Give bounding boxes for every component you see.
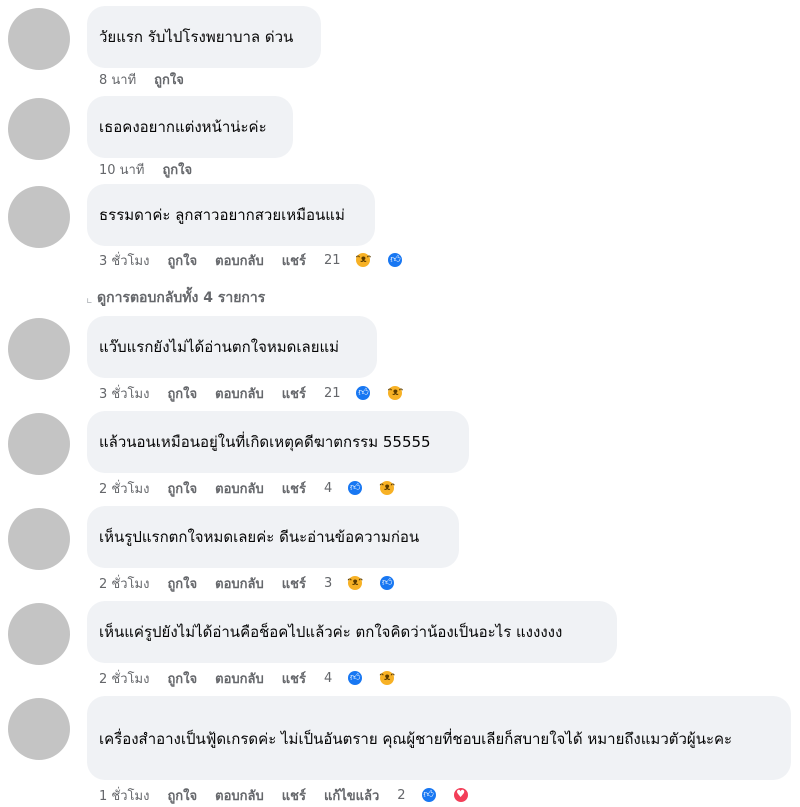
thumbs-up-icon: 👍︎: [378, 574, 397, 592]
laughing-face-icon: ᵔᴥᵔ: [386, 384, 405, 402]
comment-text: เครื่องสำอางเป็นฟู้ดเกรดค่ะ ไม่เป็นอันตร…: [99, 730, 733, 748]
thumbs-up-icon: 👍︎: [386, 251, 405, 269]
avatar[interactable]: [8, 98, 70, 160]
comment-bubble: เห็นรูปแรกตกใจหมดเลยค่ะ ดีนะอ่านข้อความก…: [87, 506, 459, 568]
laughing-face-icon: ᵔᴥᵔ: [354, 251, 373, 269]
laughing-face-icon: ᵔᴥᵔ: [346, 574, 365, 592]
comment-time[interactable]: 8 นาที: [99, 69, 136, 90]
like-button[interactable]: ถูกใจ: [167, 668, 197, 689]
comment-text: แว๊บแรกยังไม่ได้อ่านตกใจหมดเลยแม่: [99, 338, 340, 356]
reply-connector: ⌞: [86, 290, 98, 306]
reaction-count: 3: [323, 575, 333, 591]
comment-text: เธอคงอยากแต่งหน้าน่ะค่ะ: [99, 118, 267, 136]
reactions-summary[interactable]: 4 👍︎ ᵔᴥᵔ: [324, 669, 414, 687]
comment-actions: 2 ชั่วโมง ถูกใจ ตอบกลับ แชร์ 4 👍︎ ᵔᴥᵔ: [99, 668, 414, 688]
comment-actions: 10 นาที ถูกใจ: [99, 159, 210, 179]
comment-bubble: เห็นแค่รูปยังไม่ได้อ่านคือช็อคไปแล้วค่ะ …: [87, 601, 617, 663]
comment-actions: 3 ชั่วโมง ถูกใจ ตอบกลับ แชร์ 21 ᵔᴥᵔ 👍︎: [99, 250, 422, 270]
avatar[interactable]: [8, 8, 70, 70]
avatar[interactable]: [8, 603, 70, 665]
like-button[interactable]: ถูกใจ: [167, 478, 197, 499]
view-replies-label: ดูการตอบกลับทั้ง 4 รายการ: [97, 290, 266, 306]
comment-actions: 3 ชั่วโมง ถูกใจ ตอบกลับ แชร์ 21 👍︎ ᵔᴥᵔ: [99, 383, 422, 403]
avatar[interactable]: [8, 698, 70, 760]
like-button[interactable]: ถูกใจ: [154, 69, 184, 90]
reaction-count: 4: [323, 480, 333, 496]
comment-time[interactable]: 2 ชั่วโมง: [99, 668, 149, 689]
comment-text: วัยแรก รับไปโรงพยาบาล ด่วน: [99, 28, 294, 46]
comment-text: เห็นรูปแรกตกใจหมดเลยค่ะ ดีนะอ่านข้อความก…: [99, 528, 420, 546]
like-button[interactable]: ถูกใจ: [162, 159, 192, 180]
comment-actions: 2 ชั่วโมง ถูกใจ ตอบกลับ แชร์ 4 👍︎ ᵔᴥᵔ: [99, 478, 414, 498]
avatar[interactable]: [8, 413, 70, 475]
avatar[interactable]: [8, 318, 70, 380]
comment-actions: 2 ชั่วโมง ถูกใจ ตอบกลับ แชร์ 3 ᵔᴥᵔ 👍︎: [99, 573, 414, 593]
thumbs-up-icon: 👍︎: [346, 479, 365, 497]
reply-button[interactable]: ตอบกลับ: [215, 383, 264, 404]
reaction-count: 2: [397, 787, 406, 803]
reaction-count: 21: [323, 385, 341, 401]
thumbs-up-icon: 👍︎: [419, 786, 438, 804]
share-button[interactable]: แชร์: [282, 573, 306, 594]
comment-bubble: แล้วนอนเหมือนอยู่ในที่เกิดเหตุคดีฆาตกรรม…: [87, 411, 469, 473]
laughing-face-icon: ᵔᴥᵔ: [378, 669, 397, 687]
share-button[interactable]: แชร์: [282, 383, 306, 404]
comment-text: เห็นแค่รูปยังไม่ได้อ่านคือช็อคไปแล้วค่ะ …: [99, 623, 563, 641]
reactions-summary[interactable]: 21 ᵔᴥᵔ 👍︎: [324, 251, 423, 269]
reply-button[interactable]: ตอบกลับ: [215, 573, 264, 594]
reactions-summary[interactable]: 3 ᵔᴥᵔ 👍︎: [324, 574, 414, 592]
share-button[interactable]: แชร์: [282, 785, 306, 806]
reaction-count: 4: [323, 670, 333, 686]
like-button[interactable]: ถูกใจ: [167, 250, 197, 271]
comment-bubble: เครื่องสำอางเป็นฟู้ดเกรดค่ะ ไม่เป็นอันตร…: [87, 696, 791, 780]
comment-bubble: วัยแรก รับไปโรงพยาบาล ด่วน: [87, 6, 321, 68]
comment-bubble: ธรรมดาค่ะ ลูกสาวอยากสวยเหมือนแม่: [87, 184, 375, 246]
avatar[interactable]: [8, 508, 70, 570]
comment-actions: 1 ชั่วโมง ถูกใจ ตอบกลับ แชร์ แก้ไขแล้ว 2…: [99, 785, 488, 805]
comment-text: ธรรมดาค่ะ ลูกสาวอยากสวยเหมือนแม่: [99, 206, 345, 224]
reactions-summary[interactable]: 2 👍︎ ♥: [397, 786, 487, 804]
comment-time[interactable]: 3 ชั่วโมง: [99, 250, 149, 271]
thumbs-up-icon: 👍︎: [354, 384, 373, 402]
comment-bubble: แว๊บแรกยังไม่ได้อ่านตกใจหมดเลยแม่: [87, 316, 377, 378]
reaction-count: 21: [323, 252, 341, 268]
comment-text: แล้วนอนเหมือนอยู่ในที่เกิดเหตุคดีฆาตกรรม…: [99, 433, 431, 451]
laughing-face-icon: ᵔᴥᵔ: [378, 479, 397, 497]
reply-button[interactable]: ตอบกลับ: [215, 250, 264, 271]
reply-button[interactable]: ตอบกลับ: [215, 478, 264, 499]
comment-bubble: เธอคงอยากแต่งหน้าน่ะค่ะ: [87, 96, 293, 158]
avatar[interactable]: [8, 186, 70, 248]
thumbs-up-icon: 👍︎: [346, 669, 365, 687]
heart-icon: ♥: [451, 786, 470, 804]
comment-actions: 8 นาที ถูกใจ: [99, 69, 202, 89]
reply-button[interactable]: ตอบกลับ: [215, 668, 264, 689]
reactions-summary[interactable]: 4 👍︎ ᵔᴥᵔ: [324, 479, 414, 497]
comment-time[interactable]: 10 นาที: [99, 159, 144, 180]
comment-time[interactable]: 3 ชั่วโมง: [99, 383, 149, 404]
like-button[interactable]: ถูกใจ: [167, 383, 197, 404]
edited-label[interactable]: แก้ไขแล้ว: [324, 785, 379, 806]
comment-time[interactable]: 2 ชั่วโมง: [99, 478, 149, 499]
view-replies-link[interactable]: ⌞ ดูการตอบกลับทั้ง 4 รายการ: [86, 287, 265, 309]
reply-button[interactable]: ตอบกลับ: [215, 785, 264, 806]
reactions-summary[interactable]: 21 👍︎ ᵔᴥᵔ: [324, 384, 423, 402]
share-button[interactable]: แชร์: [282, 250, 306, 271]
comment-time[interactable]: 2 ชั่วโมง: [99, 573, 149, 594]
comment-time[interactable]: 1 ชั่วโมง: [99, 785, 149, 806]
share-button[interactable]: แชร์: [282, 668, 306, 689]
like-button[interactable]: ถูกใจ: [167, 573, 197, 594]
share-button[interactable]: แชร์: [282, 478, 306, 499]
like-button[interactable]: ถูกใจ: [167, 785, 197, 806]
